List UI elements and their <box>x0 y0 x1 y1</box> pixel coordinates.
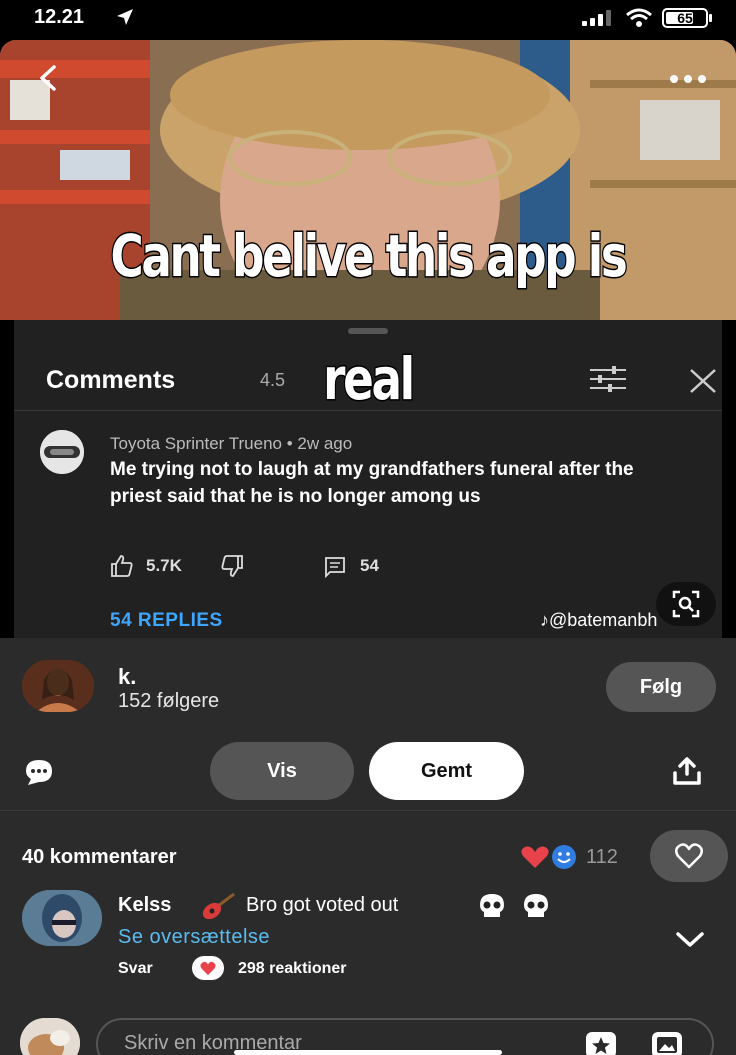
meme-caption-line1: Cant belive this app is <box>109 221 629 292</box>
thumbs-up-icon <box>111 555 133 577</box>
thumbs-down-icon <box>221 555 243 577</box>
visual-search-button[interactable] <box>656 582 716 626</box>
heart-icon <box>675 843 703 869</box>
like-count: 5.7K <box>146 556 182 575</box>
sticker-icon[interactable] <box>584 1030 618 1055</box>
comment-text: Me trying not to laugh at my grandfather… <box>110 459 634 507</box>
location-arrow-icon <box>117 9 133 25</box>
heart-icon <box>200 961 216 975</box>
translate-link[interactable]: Se oversættelse <box>118 926 270 949</box>
chevron-left-icon[interactable] <box>36 64 60 92</box>
avatar[interactable] <box>22 660 94 712</box>
reaction-icons <box>521 845 576 869</box>
skull-icon <box>480 894 548 917</box>
reply-icon <box>325 557 345 578</box>
tiktok-watermark: ♪@batemanbh <box>540 610 658 630</box>
divider <box>0 810 736 811</box>
meme-caption-line2: real <box>322 344 416 415</box>
follow-button[interactable]: Følg <box>606 662 716 712</box>
image-icon[interactable] <box>650 1030 684 1055</box>
chevron-down-icon[interactable] <box>674 930 706 950</box>
lens-icon <box>672 590 700 618</box>
status-bar: 12.21 65 <box>0 0 736 40</box>
like-button[interactable] <box>650 830 728 882</box>
comment-author: Toyota Sprinter Trueno • 2w ago <box>110 434 353 453</box>
wifi-icon <box>626 8 652 27</box>
saved-button[interactable]: Gemt <box>369 742 524 800</box>
comment-author[interactable]: Kelss <box>118 894 171 917</box>
status-time: 12.21 <box>34 6 85 28</box>
close-icon <box>690 369 716 393</box>
reply-button[interactable]: Svar <box>118 960 153 978</box>
home-indicator <box>234 1050 502 1055</box>
comments-header: 40 kommentarer <box>22 846 177 868</box>
watermark-handle: @batemanbh <box>549 610 658 630</box>
avatar <box>40 430 84 474</box>
battery-icon: 65 <box>662 8 708 28</box>
guitar-icon <box>202 892 235 920</box>
follower-count: 152 følgere <box>118 690 220 712</box>
share-icon[interactable] <box>672 756 702 786</box>
reaction-badge[interactable] <box>192 956 224 980</box>
signal-icon <box>582 10 611 26</box>
pin-details: k. 152 følgere Følg Vis Gemt 40 kommenta… <box>0 638 736 1055</box>
battery-percent: 65 <box>677 10 693 26</box>
avatar[interactable] <box>22 890 102 946</box>
drag-handle <box>348 328 388 334</box>
battery-nub <box>709 14 712 22</box>
replies-link: 54 REPLIES <box>110 610 223 631</box>
view-button[interactable]: Vis <box>210 742 354 800</box>
reaction-count: 112 <box>586 846 618 868</box>
more-icon[interactable] <box>668 72 708 86</box>
avatar <box>20 1018 80 1055</box>
reactions-count[interactable]: 298 reaktioner <box>238 960 347 978</box>
chat-icon[interactable] <box>24 758 54 786</box>
comment-text: Bro got voted out <box>246 894 399 916</box>
user-name[interactable]: k. <box>118 664 136 690</box>
reply-count: 54 <box>360 556 379 575</box>
